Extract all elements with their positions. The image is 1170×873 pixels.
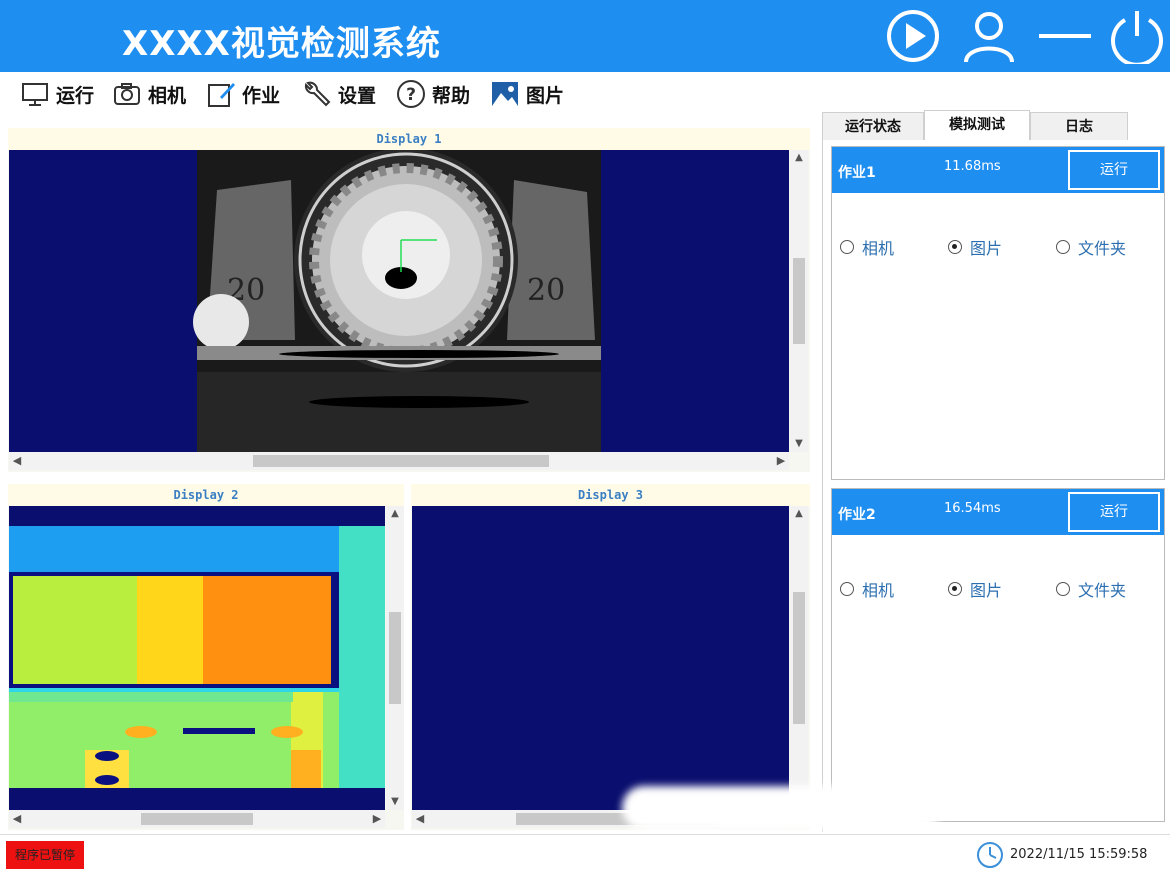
menu-image[interactable]: 图片 [490,78,564,110]
right-panel-tabs: 运行状态 模拟测试 日志 [822,110,1128,141]
radio-selected-icon[interactable] [948,240,962,254]
menu-run-label: 运行 [56,84,95,107]
menu-job[interactable]: 作业 [206,78,280,110]
radio-icon[interactable] [1056,240,1070,254]
job-card: 作业1 11.68ms 运行 相机 图片 文件夹 [831,146,1165,480]
display-2-hscroll-thumb[interactable] [141,813,253,825]
user-icon[interactable] [960,8,1018,64]
app-title: XXXX视觉检测系统 [122,24,441,64]
menu-help-label: 帮助 [432,84,471,107]
radio-icon[interactable] [1056,582,1070,596]
scroll-down-icon[interactable]: ▼ [386,794,404,810]
run-job-button[interactable]: 运行 [1068,150,1160,190]
display-3-canvas[interactable] [412,506,789,810]
radio-label: 相机 [862,581,895,600]
radio-icon[interactable] [840,582,854,596]
radio-label: 图片 [970,581,1003,600]
display-1-hscroll-thumb[interactable] [253,455,549,467]
display-3-vscroll-thumb[interactable] [793,592,805,724]
menu-job-label: 作业 [242,84,281,107]
wrench-icon [302,79,332,109]
job-card: 作业2 16.54ms 运行 相机 图片 文件夹 [831,488,1165,822]
status-badge: 程序已暂停 [6,841,84,869]
menu-help[interactable]: ? 帮助 [396,78,470,110]
source-radio-folder[interactable]: 文件夹 [1056,577,1126,601]
display-1-title: Display 1 [8,128,810,150]
play-icon[interactable] [884,8,942,64]
tab-log[interactable]: 日志 [1030,112,1128,140]
display-2-vscroll-thumb[interactable] [389,612,401,704]
scroll-left-icon[interactable]: ◀ [9,810,25,828]
run-job-button[interactable]: 运行 [1068,492,1160,532]
display-2-vscroll[interactable]: ▲ ▼ [386,506,404,810]
job-time: 16.54ms [944,501,1001,516]
display-1-image: 20 20 [193,150,601,452]
display-2-hscroll[interactable]: ◀ ▶ [9,810,385,828]
radio-label: 文件夹 [1078,239,1127,258]
scroll-right-icon[interactable]: ▶ [773,452,789,470]
status-bar: 程序已暂停 2022/11/15 15:59:58 [0,834,1170,873]
source-radio-image[interactable]: 图片 [948,235,1002,259]
display-3-panel: Display 3 ▲ ▼ ◀ [411,484,810,830]
radio-label: 文件夹 [1078,581,1127,600]
svg-text:20: 20 [527,273,565,308]
display-1-vscroll-thumb[interactable] [793,258,805,344]
display-2-panel: Display 2 ▲ ▼ ◀ ▶ [8,484,404,830]
radio-label: 图片 [970,239,1003,258]
image-icon [490,79,520,109]
job-header: 作业2 16.54ms 运行 [832,489,1164,535]
source-radio-camera[interactable]: 相机 [840,577,894,601]
radio-label: 相机 [862,239,895,258]
svg-text:?: ? [406,85,416,105]
help-icon: ? [396,79,426,109]
display-1-hscroll[interactable]: ◀ ▶ [9,452,789,470]
menu-camera-label: 相机 [148,84,187,107]
job-name: 作业1 [838,165,876,181]
scroll-right-icon[interactable]: ▶ [369,810,385,828]
display-3-vscroll[interactable]: ▲ ▼ [790,506,808,810]
edit-icon [206,79,236,109]
menu-run[interactable]: 运行 [20,78,94,110]
menu-image-label: 图片 [526,84,565,107]
simulation-test-panel: 作业1 11.68ms 运行 相机 图片 文件夹 作业2 16.54ms 运行 … [822,140,1170,832]
scroll-left-icon[interactable]: ◀ [412,810,428,828]
menu-camera[interactable]: 相机 [112,78,186,110]
job-time: 11.68ms [944,159,1001,174]
display-3-title: Display 3 [411,484,810,506]
power-icon[interactable] [1108,8,1166,67]
source-radio-folder[interactable]: 文件夹 [1056,235,1126,259]
tab-run-status[interactable]: 运行状态 [822,112,924,140]
display-1-vscroll[interactable]: ▲ ▼ [790,150,808,452]
scroll-up-icon[interactable]: ▲ [386,506,404,522]
scroll-up-icon[interactable]: ▲ [790,506,808,522]
job-name: 作业2 [838,507,876,523]
scroll-left-icon[interactable]: ◀ [9,452,25,470]
display-1-canvas[interactable]: 20 20 [9,150,789,452]
display-1-panel: Display 1 20 20 ▲ ▼ ◀ ▶ [8,128,810,472]
display-2-image [9,526,385,788]
camera-icon [112,79,142,109]
source-radio-image[interactable]: 图片 [948,577,1002,601]
status-datetime: 2022/11/15 15:59:58 [1010,847,1148,862]
menu-settings-label: 设置 [338,84,377,107]
minimize-icon[interactable] [1036,8,1094,64]
clock-icon [976,841,1004,869]
job-header: 作业1 11.68ms 运行 [832,147,1164,193]
display-2-canvas[interactable] [9,506,385,810]
scroll-up-icon[interactable]: ▲ [790,150,808,166]
display-2-title: Display 2 [8,484,404,506]
radio-selected-icon[interactable] [948,582,962,596]
monitor-icon [20,79,50,109]
menu-settings[interactable]: 设置 [302,78,376,110]
radio-icon[interactable] [840,240,854,254]
tab-simulation-test[interactable]: 模拟测试 [924,110,1030,141]
scroll-down-icon[interactable]: ▼ [790,436,808,452]
title-bar: XXXX视觉检测系统 [0,0,1170,72]
redacted-area [622,786,942,830]
source-radio-camera[interactable]: 相机 [840,235,894,259]
